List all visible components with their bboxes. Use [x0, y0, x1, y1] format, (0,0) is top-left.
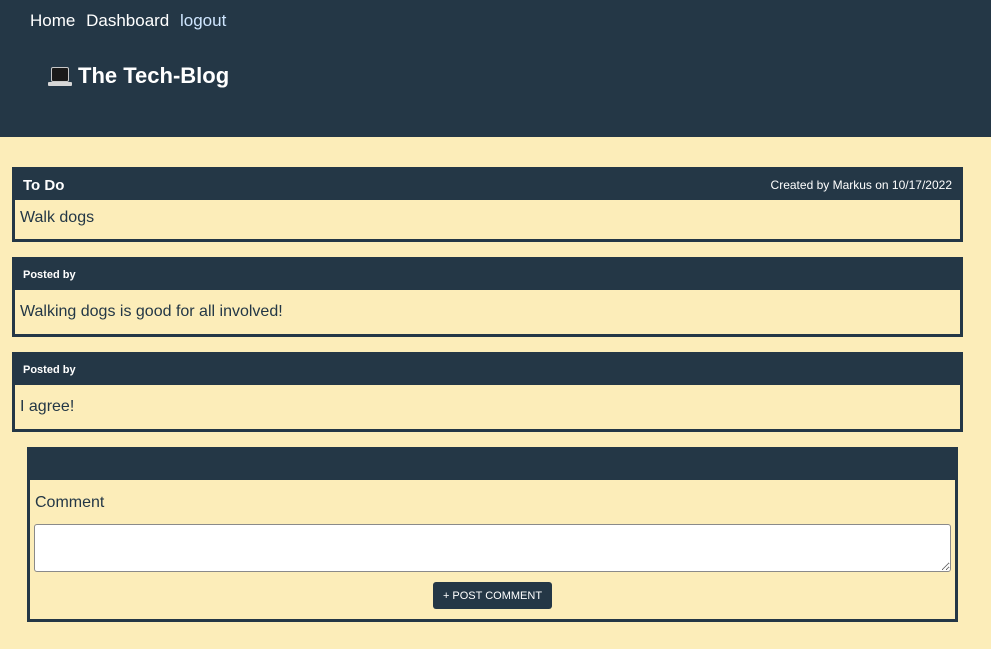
comment-card: Posted by Walking dogs is good for all i… — [12, 257, 963, 337]
site-title-text: The Tech-Blog — [78, 63, 230, 88]
post-content: Walk dogs — [20, 209, 95, 226]
comment-text: Walking dogs is good for all involved! — [20, 303, 283, 320]
nav-dashboard-link[interactable]: Dashboard — [86, 11, 169, 30]
laptop-icon — [48, 65, 72, 87]
post-card: To Do Created by Markus on 10/17/2022 Wa… — [12, 167, 963, 242]
site-title: The Tech-Blog — [48, 63, 229, 89]
post-header: To Do Created by Markus on 10/17/2022 — [15, 170, 960, 200]
comment-textarea[interactable] — [34, 524, 951, 572]
comment-meta: Posted by — [23, 364, 76, 376]
nav-home-link[interactable]: Home — [30, 11, 75, 30]
nav-logout-link[interactable]: logout — [180, 11, 226, 30]
top-nav: Home Dashboard logout — [30, 11, 232, 31]
post-comment-button[interactable]: + POST COMMENT — [433, 582, 552, 609]
comment-header: Posted by — [15, 355, 960, 385]
comment-card: Posted by I agree! — [12, 352, 963, 432]
comment-header: Posted by — [15, 260, 960, 290]
comment-label: Comment — [35, 494, 105, 511]
comment-form: Comment + POST COMMENT — [27, 447, 958, 622]
comment-text: I agree! — [20, 398, 75, 415]
comment-form-header — [30, 450, 955, 480]
comment-meta: Posted by — [23, 269, 76, 281]
post-meta: Created by Markus on 10/17/2022 — [770, 178, 952, 192]
post-title: To Do — [23, 176, 65, 194]
site-header: Home Dashboard logout The Tech-Blog — [0, 0, 991, 137]
